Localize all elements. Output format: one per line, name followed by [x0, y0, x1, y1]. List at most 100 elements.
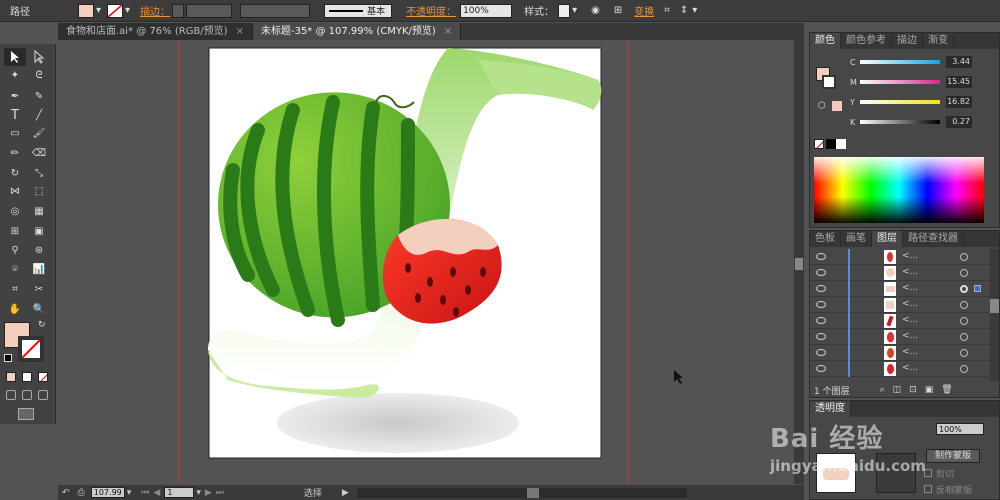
magenta-value[interactable]: 15.45	[946, 76, 972, 88]
recolor-icon[interactable]: ◉	[591, 5, 600, 16]
layer-row[interactable]: <...	[810, 345, 990, 361]
draw-normal-icon[interactable]	[6, 390, 16, 400]
perspective-grid-tool-icon[interactable]: ▦	[28, 202, 50, 220]
close-icon[interactable]: ×	[444, 26, 452, 37]
panel-stroke-swatch[interactable]	[822, 75, 836, 89]
transparency-opacity-input[interactable]: 100%	[936, 423, 984, 435]
page-input[interactable]: 1	[164, 487, 195, 498]
rectangle-tool-icon[interactable]: ▭	[4, 124, 26, 142]
target-circle-icon[interactable]	[960, 317, 968, 325]
visibility-eye-icon[interactable]	[816, 253, 826, 260]
tab-brushes[interactable]: 画笔	[841, 231, 872, 247]
tab-swatches[interactable]: 色板	[810, 231, 841, 247]
yellow-slider[interactable]: Y 16.82	[850, 96, 972, 108]
fill-swatch[interactable]	[78, 3, 94, 18]
isolation-icon[interactable]: ⊞	[614, 5, 622, 16]
gradient-mode-icon[interactable]	[22, 372, 32, 382]
make-mask-button[interactable]: 制作蒙版	[926, 449, 980, 463]
fill-dropdown-icon[interactable]: ▾	[96, 5, 101, 16]
tab-color-guide[interactable]: 颜色参考	[841, 33, 892, 49]
zoom-dropdown-icon[interactable]: ▾	[127, 488, 132, 498]
layer-row[interactable]: <...	[810, 361, 990, 377]
opacity-input[interactable]: 100%	[460, 3, 513, 18]
visibility-eye-icon[interactable]	[816, 333, 826, 340]
color-mode-icon[interactable]	[6, 372, 16, 382]
visibility-eye-icon[interactable]	[816, 269, 826, 276]
stroke-weight-stepper[interactable]	[172, 3, 185, 18]
transform-link[interactable]: 变换	[634, 3, 654, 18]
new-layer-icon[interactable]: ▣	[925, 385, 934, 395]
make-clipping-mask-icon[interactable]: ◫	[893, 385, 902, 395]
black-value[interactable]: 0.27	[946, 116, 972, 128]
tab-document-2[interactable]: 未标题-35* @ 107.99% (CMYK/预览) ×	[252, 23, 462, 40]
visibility-eye-icon[interactable]	[816, 301, 826, 308]
artboard-icon[interactable]: ⌗	[664, 5, 670, 16]
prev-page-icon[interactable]: ◀	[153, 488, 160, 498]
visibility-eye-icon[interactable]	[816, 285, 826, 292]
black-swatch[interactable]	[826, 139, 836, 149]
yellow-value[interactable]: 16.82	[946, 96, 972, 108]
symbol-sprayer-tool-icon[interactable]: ⌾	[4, 260, 26, 278]
none-swatch[interactable]	[814, 139, 824, 149]
screen-mode-icon[interactable]	[18, 408, 34, 420]
zoom-tool-icon[interactable]: 🔍	[28, 300, 50, 318]
eraser-tool-icon[interactable]: ⌫	[28, 144, 50, 162]
tab-pathfinder[interactable]: 路径查找器	[903, 231, 964, 247]
black-slider[interactable]: K 0.27	[850, 116, 972, 128]
target-circle-icon[interactable]	[960, 285, 968, 293]
swap-fill-stroke-icon[interactable]: ↻	[38, 320, 46, 330]
tab-layers[interactable]: 图层	[872, 231, 903, 247]
stroke-color-box[interactable]	[18, 336, 44, 362]
mesh-tool-icon[interactable]: ⊞	[4, 222, 26, 240]
delete-layer-icon[interactable]: 🗑	[941, 385, 952, 395]
artboard-tool-icon[interactable]: ⌗	[4, 280, 26, 298]
target-circle-icon[interactable]	[960, 365, 968, 373]
out-of-gamut-icon[interactable]: ⬡	[818, 101, 826, 111]
free-transform-tool-icon[interactable]: ⬚	[28, 182, 50, 200]
zoom-input[interactable]: 107.99	[90, 487, 125, 498]
graphic-style-swatch[interactable]	[558, 3, 571, 18]
artboard-nav-icon[interactable]: ⎙	[78, 488, 85, 498]
rotate-tool-icon[interactable]: ↻	[4, 164, 26, 182]
pencil-tool-icon[interactable]: ✏	[4, 144, 26, 162]
artboard-canvas[interactable]	[58, 40, 804, 484]
visibility-eye-icon[interactable]	[816, 349, 826, 356]
target-circle-icon[interactable]	[960, 333, 968, 341]
layer-row[interactable]: <...	[810, 313, 990, 329]
pen-tool-icon[interactable]: ✒	[4, 87, 26, 105]
horizontal-scrollbar[interactable]	[356, 487, 687, 498]
vertical-scroll-thumb[interactable]	[795, 258, 803, 270]
column-graph-tool-icon[interactable]: 📊	[28, 260, 50, 278]
scroll-thumb[interactable]	[526, 487, 539, 498]
cyan-slider[interactable]: C 3.44	[850, 56, 972, 68]
arrange-icon[interactable]: ⇕	[680, 5, 688, 16]
web-safe-swatch[interactable]	[832, 101, 842, 111]
variable-width-dropdown[interactable]	[240, 3, 311, 18]
blend-tool-icon[interactable]: ⊛	[28, 241, 50, 259]
lasso-tool-icon[interactable]: ᘓ	[28, 66, 50, 84]
stroke-dropdown-icon[interactable]: ▾	[125, 5, 130, 16]
options-icon[interactable]: ▾	[692, 5, 697, 16]
target-circle-icon[interactable]	[960, 349, 968, 357]
layers-scrollbar[interactable]	[990, 249, 999, 381]
canvas-area[interactable]	[58, 40, 804, 484]
rotate-view-icon[interactable]: ↶	[62, 488, 70, 498]
selection-indicator[interactable]	[974, 285, 981, 292]
white-swatch[interactable]	[836, 139, 846, 149]
style-dropdown-icon[interactable]: ▾	[572, 5, 577, 16]
tab-document-1[interactable]: 食物和店面.ai* @ 76% (RGB/预览) ×	[58, 23, 253, 40]
color-spectrum[interactable]	[814, 157, 984, 223]
draw-inside-icon[interactable]	[38, 390, 48, 400]
none-mode-icon[interactable]	[38, 372, 48, 382]
paintbrush-tool-icon[interactable]: 🖌	[28, 124, 50, 142]
magic-wand-tool-icon[interactable]: ✦	[4, 66, 26, 84]
direct-selection-tool-icon[interactable]	[28, 48, 50, 66]
stroke-weight-label[interactable]: 描边：	[140, 3, 170, 18]
default-colors-icon[interactable]	[4, 354, 12, 362]
tab-gradient[interactable]: 渐变	[923, 33, 954, 49]
invert-mask-checkbox[interactable]	[924, 485, 932, 493]
page-dropdown-icon[interactable]: ▾	[196, 488, 201, 498]
layer-row[interactable]: <...	[810, 249, 990, 265]
visibility-eye-icon[interactable]	[816, 365, 826, 372]
layer-row[interactable]: <...	[810, 297, 990, 313]
